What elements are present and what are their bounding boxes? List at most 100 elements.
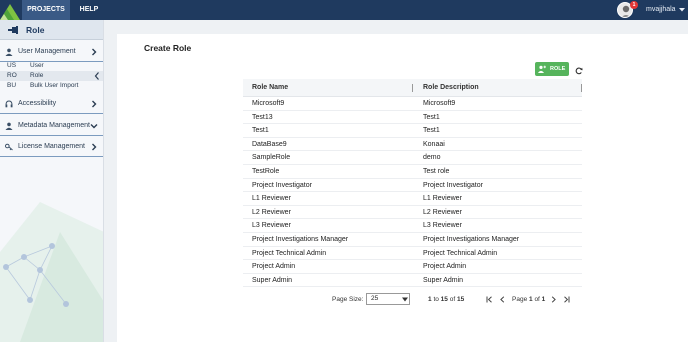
- sidebar-item-role[interactable]: RO Role: [0, 71, 103, 81]
- cell-role-name: DataBase9: [252, 140, 287, 148]
- sidebar-title: Role: [26, 25, 45, 35]
- table-row[interactable]: Super Admin Super Admin: [243, 274, 582, 288]
- cell-role-name: L2 Reviewer: [252, 208, 291, 216]
- user-icon: [5, 48, 13, 56]
- cell-role-name: Project Investigations Manager: [252, 236, 349, 243]
- page-title: Create Role: [144, 43, 192, 53]
- next-page-icon[interactable]: [550, 296, 557, 303]
- table-row[interactable]: DataBase9 Konaai: [243, 138, 582, 152]
- table-row[interactable]: Project Admin Project Admin: [243, 260, 582, 274]
- sidebar-item-label: User Management: [18, 48, 76, 55]
- add-role-label: ROLE: [550, 66, 566, 72]
- headset-icon: [5, 100, 13, 108]
- cell-role-description: Project Investigations Manager: [423, 236, 520, 243]
- sidebar-header: Role: [0, 20, 103, 40]
- cell-role-name: Project Technical Admin: [252, 249, 327, 257]
- key-icon: [5, 143, 13, 151]
- add-role-button[interactable]: ROLE: [535, 62, 569, 76]
- refresh-icon[interactable]: [575, 67, 583, 75]
- page-current: 1: [529, 296, 533, 303]
- cell-role-description: Konaai: [423, 140, 445, 148]
- sidebar-item-license-management[interactable]: License Management: [0, 137, 103, 157]
- cell-role-description: L2 Reviewer: [423, 208, 462, 216]
- cell-role-description: Project Investigator: [423, 181, 483, 189]
- last-page-icon[interactable]: [563, 296, 570, 303]
- sidebar-item-user[interactable]: US User: [0, 61, 103, 71]
- sidebar-item-bulk-user-import[interactable]: BU Bulk User Import: [0, 81, 103, 91]
- cell-role-description: Project Technical Admin: [423, 249, 498, 257]
- range-to-word: to: [433, 296, 439, 303]
- column-header-role-name[interactable]: Role Name: [252, 79, 288, 97]
- table-row[interactable]: Project Technical Admin Project Technical…: [243, 247, 582, 261]
- caret-down-icon: [678, 7, 685, 12]
- table-row[interactable]: L2 Reviewer L2 Reviewer: [243, 206, 582, 220]
- cell-role-name: Test13: [252, 113, 273, 121]
- sidebar-item-label: Bulk User Import: [30, 82, 79, 89]
- page-total: 1: [541, 296, 546, 303]
- table-row[interactable]: Project Investigations Manager Project In…: [243, 233, 582, 247]
- sidebar-item-code: RO: [7, 72, 17, 79]
- cell-role-description: Project Admin: [423, 263, 467, 271]
- page-of-word: of: [534, 296, 540, 303]
- cell-role-name: L1 Reviewer: [252, 195, 291, 203]
- cell-role-description: Test1: [423, 127, 440, 135]
- page-size-value: 25: [371, 295, 379, 302]
- sidebar-item-code: BU: [7, 82, 17, 89]
- app-logo[interactable]: [0, 0, 20, 20]
- username-label: mvajjhala: [646, 6, 676, 13]
- cell-role-description: Super Admin: [423, 276, 464, 284]
- sidebar-item-accessibility[interactable]: Accessibility: [0, 94, 103, 114]
- column-header-role-description[interactable]: Role Description: [423, 79, 479, 97]
- table-row[interactable]: SampleRole demo: [243, 151, 582, 165]
- table-row[interactable]: L1 Reviewer L1 Reviewer: [243, 192, 582, 206]
- page-size-select[interactable]: 25: [366, 293, 410, 305]
- column-resize-handle[interactable]: [412, 84, 413, 92]
- cell-role-description: demo: [423, 154, 441, 162]
- table-row[interactable]: TestRole Test role: [243, 165, 582, 179]
- cell-role-description: L1 Reviewer: [423, 195, 462, 203]
- cell-role-name: TestRole: [252, 168, 280, 175]
- table-row[interactable]: Test13 Test1: [243, 111, 582, 125]
- cell-role-description: L3 Reviewer: [423, 222, 462, 230]
- tab-projects[interactable]: PROJECTS: [22, 0, 70, 20]
- cell-role-name: SampleRole: [252, 154, 291, 162]
- table-row[interactable]: Test1 Test1: [243, 124, 582, 138]
- sidebar-item-code: US: [7, 62, 17, 69]
- range-of-word: of: [449, 296, 456, 303]
- cell-role-description: Test1: [423, 113, 440, 121]
- tab-help[interactable]: HELP: [72, 0, 106, 20]
- notification-badge[interactable]: 1: [630, 1, 638, 9]
- column-resize-handle[interactable]: [581, 84, 582, 92]
- table-row[interactable]: Project Investigator Project Investigator: [243, 179, 582, 193]
- page-word: Page: [512, 296, 528, 303]
- roles-grid: Role Name Role Description Microsoft9 Mic…: [243, 79, 582, 288]
- table-row[interactable]: L3 Reviewer L3 Reviewer: [243, 219, 582, 233]
- decorative-network-graphic: [0, 202, 103, 342]
- range-to: 15: [440, 296, 448, 303]
- sidebar: Role User Management US User RO Role BU …: [0, 20, 104, 342]
- cell-role-name: Project Investigator: [252, 181, 312, 189]
- user-menu[interactable]: mvajjhala: [646, 0, 685, 20]
- chevron-right-icon: [92, 48, 97, 56]
- sidebar-item-user-management[interactable]: User Management: [0, 42, 103, 62]
- caret-down-icon: [402, 297, 408, 302]
- cell-role-name: Microsoft9: [252, 100, 285, 107]
- sidebar-item-label: Metadata Management: [18, 122, 90, 129]
- user-icon: [5, 122, 13, 130]
- top-bar: PROJECTS HELP 1 mvajjhala: [0, 0, 688, 20]
- page-indicator: Page 1 of 1: [512, 293, 545, 307]
- previous-page-icon[interactable]: [499, 296, 506, 303]
- cell-role-name: Project Admin: [252, 263, 296, 271]
- sidebar-item-metadata-management[interactable]: Metadata Management: [0, 116, 103, 136]
- cell-role-description: Microsoft9: [423, 100, 456, 107]
- cell-role-name: Test1: [252, 127, 269, 135]
- add-user-icon: [538, 65, 546, 73]
- cell-role-name: Super Admin: [252, 276, 293, 284]
- sidebar-item-label: Role: [30, 72, 44, 79]
- cell-role-description: Test role: [423, 168, 450, 175]
- first-page-icon[interactable]: [486, 296, 493, 303]
- range-from: 1: [428, 296, 432, 303]
- table-row[interactable]: Microsoft9 Microsoft9: [243, 97, 582, 111]
- chevron-left-icon: [94, 72, 99, 80]
- pin-icon[interactable]: [8, 26, 18, 34]
